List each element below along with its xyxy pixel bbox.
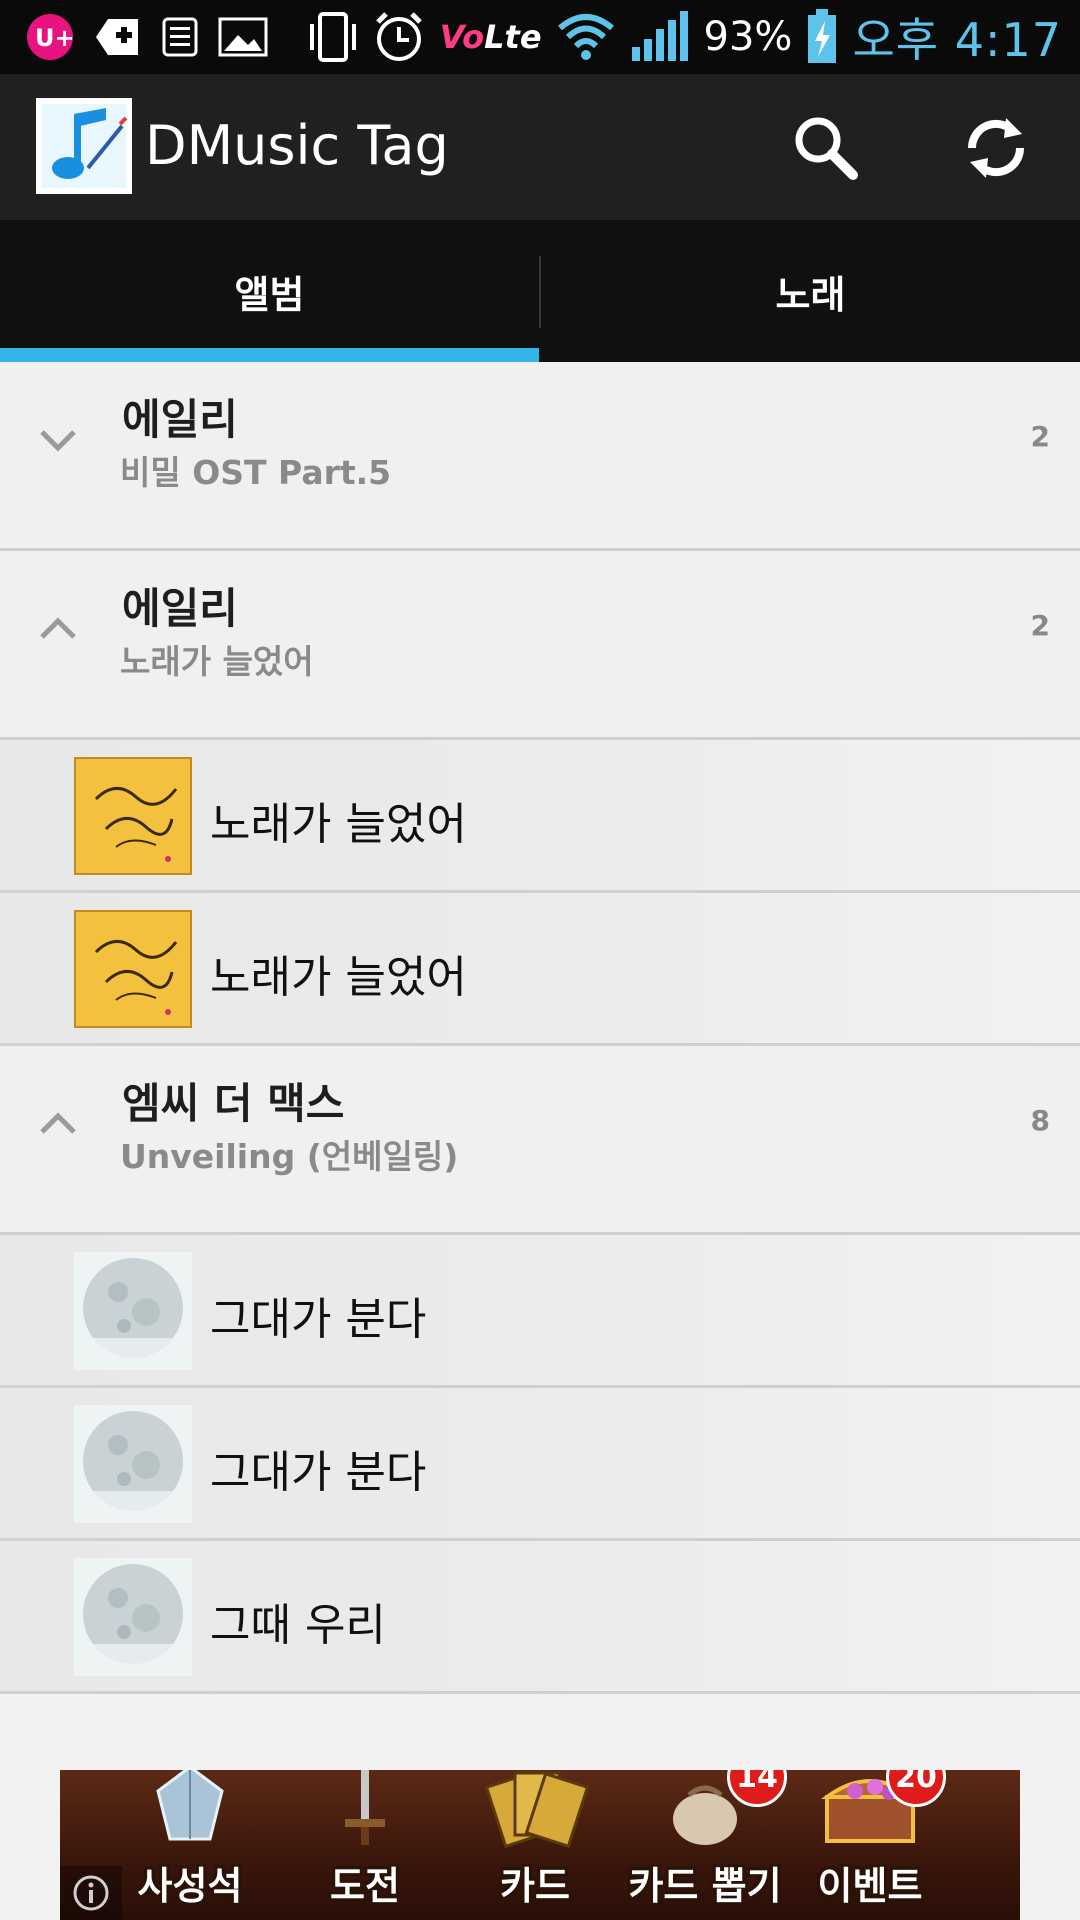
song-title: 그때 우리 [210,1600,386,1651]
app-title: DMusic Tag [145,114,449,177]
medical-plus-icon [92,15,142,59]
volte-indicator: VoLte [439,18,542,56]
song-row[interactable]: 노래가 늘었어 [0,740,1080,893]
chevron-up-icon [36,607,80,651]
vibrate-icon [308,10,358,64]
group-song-count: 8 [1030,1104,1050,1137]
note-icon [160,15,200,59]
ad-item-event[interactable]: 이벤트 20 [780,1770,960,1910]
song-title: 그대가 분다 [210,1447,427,1498]
ad-item-label: 이벤트 [817,1864,923,1908]
song-title: 노래가 늘었어 [210,952,467,1003]
gallery-icon [218,15,268,59]
search-icon [791,113,861,183]
ad-item-card-draw[interactable]: 카드 뽑기 14 [615,1770,795,1910]
tab-songs[interactable]: 노래 [541,220,1080,362]
chevron-up-icon [36,1102,80,1146]
clock: 오후 4:17 [852,13,1062,67]
app-logo-icon [36,98,132,194]
sword-icon [345,1770,385,1845]
album-art-thumbnail [74,1405,192,1523]
refresh-icon [960,112,1032,184]
group-song-count: 2 [1030,609,1050,642]
wifi-icon [556,12,616,62]
ad-item-card[interactable]: 카드 [445,1770,625,1910]
song-row[interactable]: 그때 우리 [0,1541,1080,1694]
alarm-icon [372,10,426,64]
ad-item-label: 도전 [330,1864,400,1908]
song-row[interactable]: 그대가 분다 [0,1235,1080,1388]
cards-icon [484,1771,590,1849]
song-row[interactable]: 그대가 분다 [0,1388,1080,1541]
status-bar: U+ VoLte 93% 오후 4:17 [0,0,1080,74]
crystal-icon [156,1770,224,1841]
signal-icon [630,11,690,63]
ad-item-label: 카드 뽑기 [628,1864,782,1908]
album-group[interactable]: 엠씨 더 맥스 Unveiling (언베일링) 8 [0,1046,1080,1235]
refresh-button[interactable] [958,110,1034,186]
group-artist: 에일리 [122,584,238,633]
tab-albums[interactable]: 앨범 [0,220,539,362]
group-artist: 에일리 [122,395,238,444]
svg-text:U+: U+ [35,24,74,52]
album-list: 에일리 비밀 OST Part.5 2 에일리 노래가 늘었어 2 노래가 늘었… [0,362,1080,1694]
lg-uplus-icon: U+ [26,13,74,61]
tab-bar: 앨범 노래 [0,220,1080,362]
album-art-thumbnail [74,910,192,1028]
ad-item-label: 사성석 [137,1864,243,1908]
ad-item-stone[interactable]: 사성석 [100,1770,280,1910]
album-art-thumbnail [74,1558,192,1676]
ad-banner[interactable]: 사성석 도전 카드 카드 뽑기 14 이벤트 20 [60,1770,1020,1920]
ad-item-challenge[interactable]: 도전 [275,1770,455,1910]
album-art-thumbnail [74,757,192,875]
group-album: 비밀 OST Part.5 [120,453,392,492]
chevron-down-icon [36,418,80,462]
song-row[interactable]: 노래가 늘었어 [0,893,1080,1046]
battery-percent: 93% [703,14,793,60]
album-group[interactable]: 에일리 노래가 늘었어 2 [0,551,1080,740]
ad-item-label: 카드 [500,1864,570,1908]
song-title: 그대가 분다 [210,1294,427,1345]
song-title: 노래가 늘었어 [210,799,467,850]
group-artist: 엠씨 더 맥스 [122,1079,345,1128]
battery-charging-icon [806,9,838,65]
group-album: Unveiling (언베일링) [120,1137,459,1176]
action-bar: DMusic Tag [0,74,1080,220]
group-album: 노래가 늘었어 [120,642,314,681]
group-song-count: 2 [1030,420,1050,453]
album-art-thumbnail [74,1252,192,1370]
search-button[interactable] [788,110,864,186]
tab-selected-indicator [0,348,539,362]
album-group[interactable]: 에일리 비밀 OST Part.5 2 [0,362,1080,551]
